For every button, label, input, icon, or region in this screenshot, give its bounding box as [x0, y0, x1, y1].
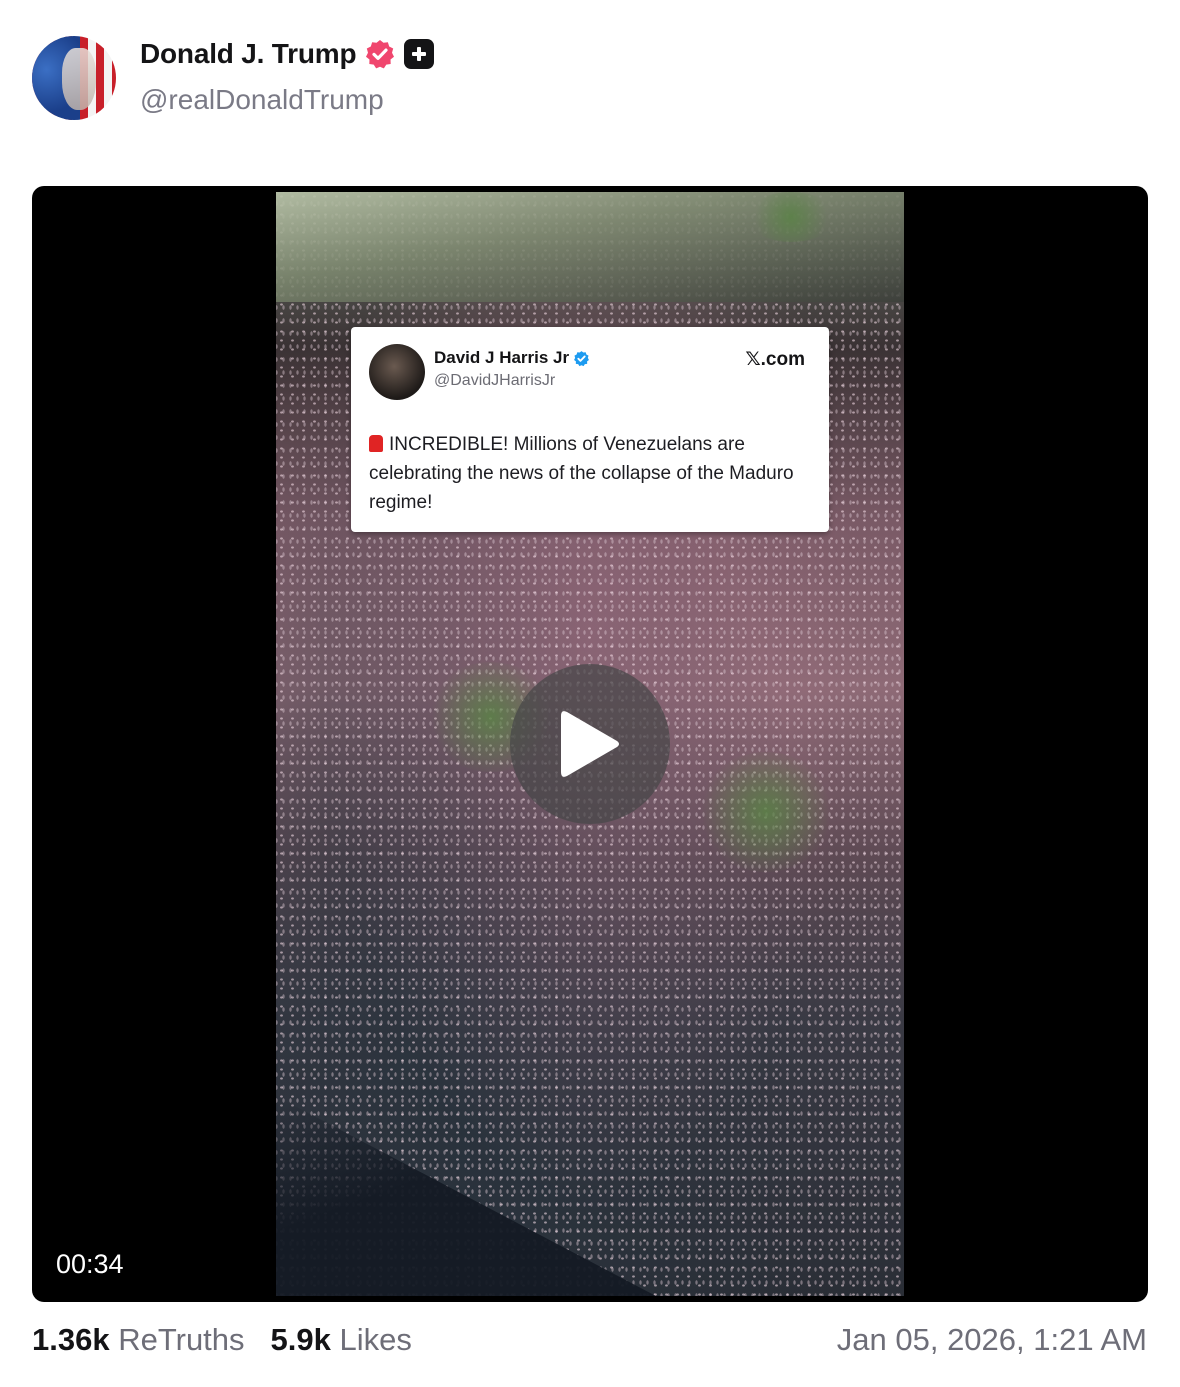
- embedded-post-avatar: [369, 344, 425, 400]
- author-handle[interactable]: @realDonaldTrump: [140, 84, 384, 116]
- play-icon: [561, 711, 619, 777]
- author-name-row: Donald J. Trump: [140, 38, 435, 70]
- embedded-post-source: 𝕏.com: [745, 349, 805, 370]
- post-timestamp[interactable]: Jan 05, 2026, 1:21 AM: [837, 1322, 1147, 1358]
- post-stats: 1.36k ReTruths 5.9k Likes: [32, 1322, 412, 1358]
- retruths-stat[interactable]: 1.36k ReTruths: [32, 1322, 245, 1358]
- embedded-post-name: David J Harris Jr: [434, 348, 570, 367]
- likes-stat[interactable]: 5.9k Likes: [271, 1322, 412, 1358]
- video-player[interactable]: David J Harris Jr @DavidJHarrisJr 𝕏.com …: [32, 186, 1148, 1302]
- truth-post: Donald J. Trump @realDonaldTrump David J…: [0, 0, 1180, 1387]
- author-display-name[interactable]: Donald J. Trump: [140, 38, 357, 70]
- blue-verified-icon: [574, 350, 590, 366]
- video-duration: 00:34: [56, 1249, 124, 1279]
- embedded-post-text: INCREDIBLE! Millions of Venezuelans are …: [369, 434, 794, 513]
- embedded-post-handle: @DavidJHarrisJr: [434, 372, 556, 389]
- verified-badge-icon: [366, 40, 395, 69]
- author-avatar[interactable]: [32, 36, 116, 120]
- siren-icon: [369, 435, 383, 452]
- plus-icon[interactable]: [404, 39, 435, 69]
- play-button[interactable]: [510, 664, 670, 824]
- embedded-post-card: David J Harris Jr @DavidJHarrisJr 𝕏.com …: [351, 327, 829, 532]
